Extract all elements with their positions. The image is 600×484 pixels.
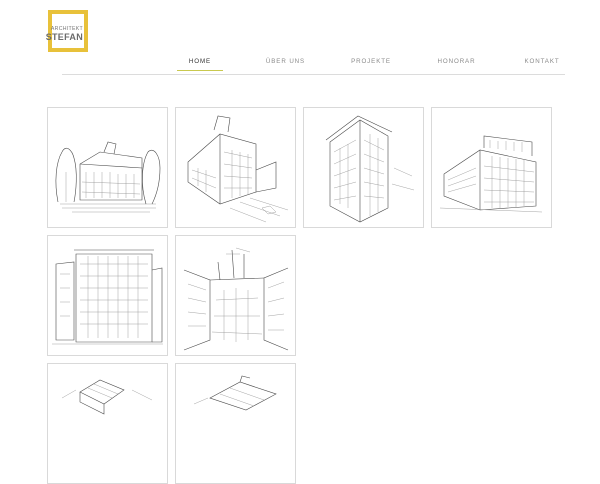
nav-item-home[interactable]: HOME [177, 56, 223, 74]
aerial-block-sketch [61, 379, 153, 415]
villa-perspective-sketch [187, 115, 289, 223]
gallery-item-house-with-trees[interactable] [47, 107, 168, 228]
house-with-trees-sketch [55, 141, 161, 213]
nav-divider [62, 74, 565, 75]
rooftop-sketch [193, 375, 277, 411]
corner-building-sketch [325, 115, 415, 223]
gallery-item-modern-building[interactable] [431, 107, 552, 228]
gallery-item-corner-building[interactable] [303, 107, 424, 228]
gallery-item-apartment-facade[interactable] [47, 235, 168, 356]
gallery-item-street-view[interactable] [175, 235, 296, 356]
gallery-item-aerial-block[interactable] [47, 363, 168, 484]
street-view-sketch [183, 247, 289, 351]
nav-item-kontakt[interactable]: KONTAKT [519, 56, 565, 74]
logo-bottom-text: STEFAN [45, 32, 83, 43]
logo[interactable]: ARCHITEKT STEFAN [45, 10, 88, 52]
logo-text: ARCHITEKT STEFAN [45, 26, 83, 43]
modern-building-sketch [439, 135, 543, 213]
nav-item-projekte[interactable]: PROJEKTE [348, 56, 394, 74]
nav-item-honorar[interactable]: HONORAR [434, 56, 480, 74]
nav-item-ueber-uns[interactable]: ÜBER UNS [263, 56, 309, 74]
main-nav: HOME ÜBER UNS PROJEKTE HONORAR KONTAKT [177, 56, 565, 74]
gallery-item-villa-perspective[interactable] [175, 107, 296, 228]
apartment-facade-sketch [52, 249, 163, 345]
gallery-item-rooftop[interactable] [175, 363, 296, 484]
